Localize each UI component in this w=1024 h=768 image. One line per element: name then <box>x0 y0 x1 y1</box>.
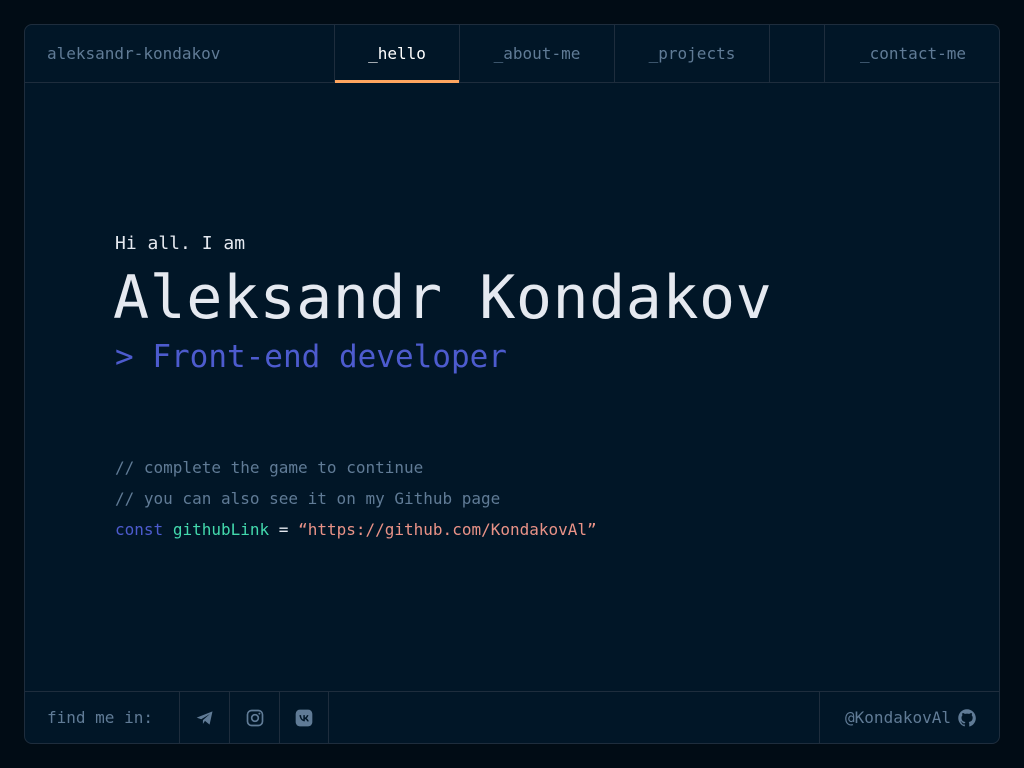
footer: find me in: @KondakovAl <box>25 691 999 743</box>
greeting-text: Hi all. I am <box>115 233 246 254</box>
tab-contact-me[interactable]: _contact-me <box>824 25 999 82</box>
code-variable: githubLink <box>172 520 270 539</box>
tab-projects[interactable]: _projects <box>614 25 769 82</box>
telegram-icon <box>195 708 215 728</box>
code-keyword: const <box>115 520 164 539</box>
vk-link[interactable] <box>279 692 329 743</box>
code-comment-1: // complete the game to continue <box>115 458 424 477</box>
github-link[interactable]: “https://github.com/KondakovAl” <box>298 520 597 539</box>
github-handle: @KondakovAl <box>845 708 951 727</box>
instagram-link[interactable] <box>229 692 279 743</box>
code-declaration: const githubLink = “https://github.com/K… <box>115 520 597 539</box>
find-me-label: find me in: <box>47 708 153 727</box>
tab-about-me[interactable]: _about-me <box>459 25 614 82</box>
vk-icon <box>294 708 314 728</box>
code-comment-2: // you can also see it on my Github page <box>115 489 501 508</box>
github-icon <box>957 708 977 728</box>
instagram-icon <box>245 708 265 728</box>
tab-hello[interactable]: _hello <box>334 25 459 83</box>
tab-spacer <box>769 25 824 82</box>
top-navigation: aleksandr-kondakov _hello _about-me _pro… <box>25 25 999 83</box>
code-operator: = <box>278 520 289 539</box>
hero-role: > Front-end developer <box>115 339 507 375</box>
telegram-link[interactable] <box>179 692 229 743</box>
hero-section: Hi all. I am Aleksandr Kondakov > Front-… <box>25 83 999 691</box>
app-window: aleksandr-kondakov _hello _about-me _pro… <box>24 24 1000 744</box>
github-handle-link[interactable]: @KondakovAl <box>819 692 999 743</box>
hero-name: Aleksandr Kondakov <box>113 263 773 333</box>
brand-name[interactable]: aleksandr-kondakov <box>47 25 220 82</box>
